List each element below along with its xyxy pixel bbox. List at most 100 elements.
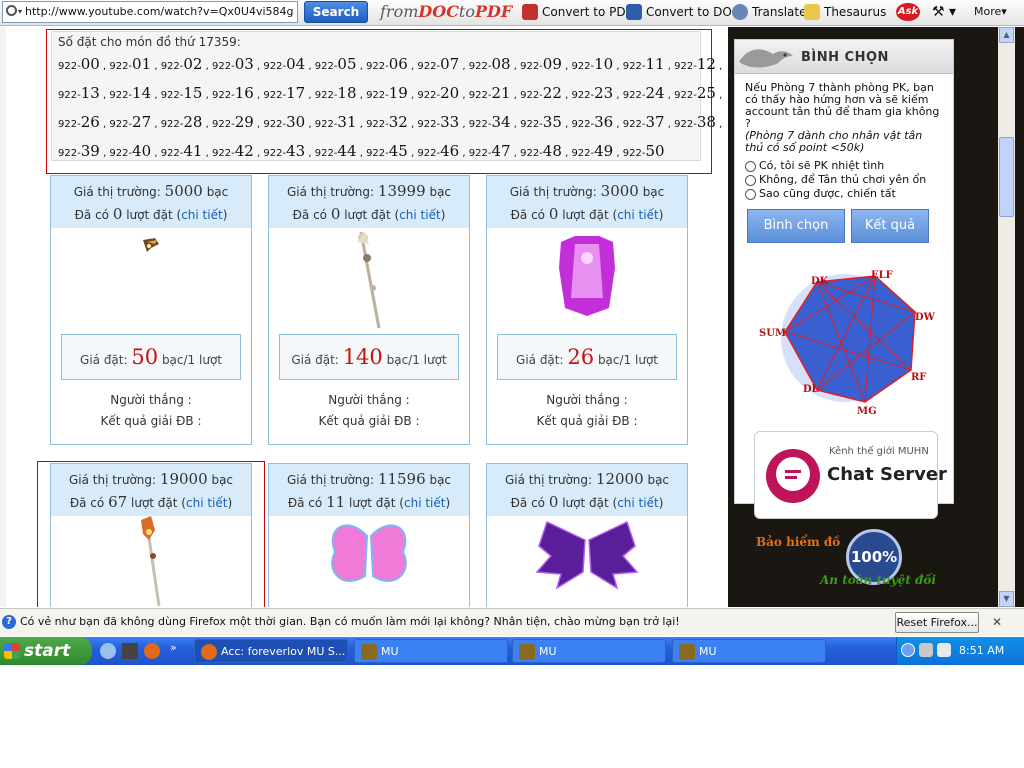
item-image[interactable] xyxy=(487,516,687,607)
task-label: MU xyxy=(699,645,717,658)
class-sum: SUM xyxy=(759,328,786,339)
item-image[interactable] xyxy=(487,228,687,332)
bid-unit: bạc/1 lượt xyxy=(386,353,447,367)
bet-suffix: 49 xyxy=(594,142,614,160)
task-firefox[interactable]: Acc: foreverlov MU S... xyxy=(194,639,348,663)
thesaurus-button[interactable]: Thesaurus xyxy=(804,4,886,20)
firefox-icon[interactable] xyxy=(144,643,160,659)
results-button[interactable]: Kết quả xyxy=(851,209,929,243)
vertical-scrollbar[interactable]: ▲ ▼ xyxy=(998,27,1015,607)
chevron-down-icon[interactable]: ▾ xyxy=(18,2,22,22)
bet-number: 922-29 xyxy=(212,113,254,131)
scroll-down-arrow[interactable]: ▼ xyxy=(999,591,1014,607)
bet-number: 922-26 xyxy=(58,113,100,131)
close-icon[interactable]: ✕ xyxy=(992,609,1002,635)
radio-button[interactable] xyxy=(745,188,756,200)
bet-prefix: 922- xyxy=(314,119,338,130)
detail-link[interactable]: chi tiết xyxy=(617,496,658,510)
detail-link[interactable]: chi tiết xyxy=(181,208,222,222)
chat-server-banner[interactable]: Kênh thế giới MUHN Chat Server xyxy=(754,431,947,519)
convert-pdf-button[interactable]: Convert to PDF xyxy=(522,4,633,20)
bet-suffix: 05 xyxy=(337,55,357,73)
translate-button[interactable]: Translate xyxy=(732,4,807,20)
bet-suffix: 11 xyxy=(645,55,665,73)
bet-prefix: 922- xyxy=(58,90,81,101)
system-tray: 8:51 AM xyxy=(896,637,1024,665)
bet-prefix: 922- xyxy=(109,90,133,101)
bet-number: 922-43 xyxy=(263,142,305,160)
chevron-right-icon[interactable]: » xyxy=(170,641,177,654)
item-image[interactable] xyxy=(269,516,469,607)
bet-number: 922-38 xyxy=(674,113,716,131)
bet-prefix: 922- xyxy=(417,148,441,159)
detail-link[interactable]: chi tiết xyxy=(617,208,658,222)
radio-button[interactable] xyxy=(745,174,756,186)
vote-button[interactable]: Bình chọn xyxy=(747,209,845,243)
bet-prefix: 922- xyxy=(263,61,287,72)
bet-number: 922-05 xyxy=(315,55,357,73)
poll-body: Nếu Phòng 7 thành phòng PK, bạn có thấy … xyxy=(735,74,953,208)
ie-icon[interactable] xyxy=(100,643,116,659)
search-button[interactable]: Search xyxy=(304,1,368,23)
convert-doc-button[interactable]: Convert to DOC xyxy=(626,4,740,20)
bet-suffix: 40 xyxy=(132,142,152,160)
bet-prefix: 922- xyxy=(109,119,133,130)
firefox-icon xyxy=(201,644,217,660)
more-menu[interactable]: More▾ xyxy=(974,4,1007,20)
logo-pdf: PDF xyxy=(474,2,513,21)
scroll-up-arrow[interactable]: ▲ xyxy=(999,27,1014,43)
bet-prefix: 922- xyxy=(520,61,543,72)
item-image[interactable] xyxy=(269,228,469,332)
bet-number: 922-12 xyxy=(674,55,716,73)
fromdoctopdf-logo[interactable]: fromDOCtoPDF xyxy=(380,2,512,21)
ask-logo[interactable]: Ask xyxy=(896,3,920,21)
bet-prefix: 922- xyxy=(263,148,287,159)
bet-number: 922-40 xyxy=(109,142,151,160)
reset-firefox-button[interactable]: Reset Firefox... xyxy=(895,612,979,633)
poll-option-3[interactable]: Sao cũng được, chiến tất xyxy=(745,188,943,200)
bet-suffix: 48 xyxy=(542,142,562,160)
insurance-subtitle: An toàn tuyệt đối xyxy=(820,573,936,587)
task-mu-2[interactable]: MU xyxy=(512,639,666,663)
tray-app-icon[interactable] xyxy=(937,643,951,657)
bet-number: 922-36 xyxy=(571,113,613,131)
bet-number: 922-00 xyxy=(58,55,100,73)
insurance-banner[interactable]: Bảo hiểm đồ 100% An toàn tuyệt đối xyxy=(754,529,944,593)
bet-number: 922-41 xyxy=(161,142,203,160)
card-header: Giá thị trường: 3000 bạc Đã có 0 lượt đặ… xyxy=(487,176,687,228)
bet-suffix: 24 xyxy=(645,84,665,102)
search-input[interactable]: ▾ http://www.youtube.com/watch?v=Qx0U4vi… xyxy=(2,1,298,23)
poll-option-1[interactable]: Có, tôi sẽ PK nhiệt tình xyxy=(745,160,943,172)
bet-suffix: 50 xyxy=(645,142,665,160)
task-mu-1[interactable]: MU xyxy=(354,639,508,663)
bet-suffix: 34 xyxy=(491,113,511,131)
item-image[interactable] xyxy=(51,228,251,332)
poll-option-2[interactable]: Không, để Tân thủ chơi yên ổn xyxy=(745,174,943,186)
mu-quicklaunch-icon[interactable] xyxy=(122,643,138,659)
bet-prefix: 922- xyxy=(622,119,646,130)
tray-arrow-icon[interactable] xyxy=(901,643,915,657)
market-price: 5000 xyxy=(164,182,203,200)
bet-suffix: 31 xyxy=(337,113,357,131)
bet-count: 0 xyxy=(548,493,559,511)
scroll-thumb[interactable] xyxy=(999,137,1014,217)
bet-prefix: 922- xyxy=(674,90,697,101)
bet-number-row: 922-39 , 922-40 , 922-41 , 922-42 , 922-… xyxy=(58,142,665,160)
bet-prefix: 922- xyxy=(366,119,389,130)
detail-link[interactable]: chi tiết xyxy=(404,496,445,510)
bet-prefix: 922- xyxy=(520,148,543,159)
bet-prefix: 922- xyxy=(468,61,492,72)
auction-card-3: Giá thị trường: 3000 bạc Đã có 0 lượt đặ… xyxy=(486,175,688,445)
task-mu-3[interactable]: MU xyxy=(672,639,826,663)
price-unit: bạc xyxy=(206,185,229,199)
price-unit: bạc xyxy=(429,473,452,487)
class-diagram[interactable]: DK ELF DW SUM RF DL MG xyxy=(745,262,945,422)
detail-link[interactable]: chi tiết xyxy=(399,208,440,222)
price-unit: bạc xyxy=(429,185,452,199)
start-button[interactable]: start xyxy=(0,637,92,665)
bet-suffix: 06 xyxy=(388,55,408,73)
radio-button[interactable] xyxy=(745,160,756,172)
bet-prefix: 922- xyxy=(314,90,338,101)
network-icon[interactable] xyxy=(919,643,933,657)
tools-icon[interactable]: ⚒ ▾ xyxy=(932,4,956,20)
